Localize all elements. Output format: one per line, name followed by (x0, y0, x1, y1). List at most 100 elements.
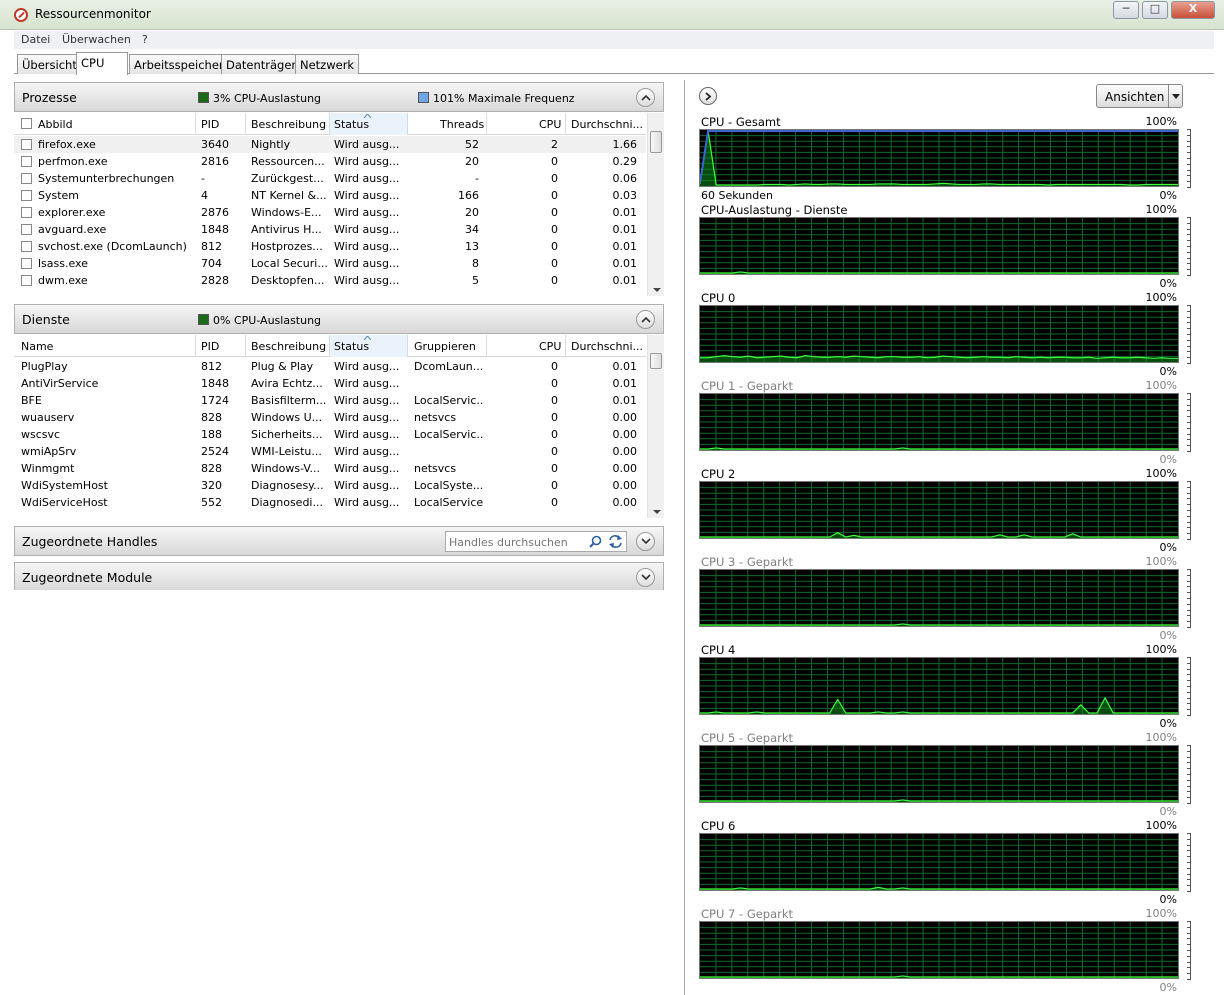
process-checkbox[interactable] (21, 275, 32, 286)
modules-expand-button[interactable] (636, 568, 655, 587)
col-name[interactable]: Name (21, 340, 53, 353)
col-cpu[interactable]: CPU (539, 118, 561, 131)
service-row[interactable]: BFE 1724 Basisfilterm... Wird ausg... LocalS… (14, 392, 646, 409)
service-row[interactable]: WdiSystemHost 320 Diagnosesy... Wird ausg..… (14, 477, 646, 494)
process-row[interactable]: firefox.exe 3640 Nightly Wird ausg... 52 2 1.6… (14, 136, 646, 153)
service-name: AntiVirService (21, 377, 99, 390)
process-row[interactable]: avguard.exe 1848 Antivirus H... Wird ausg..… (14, 221, 646, 238)
search-icon[interactable] (589, 535, 602, 548)
scroll-thumb[interactable] (650, 353, 662, 369)
processes-collapse-button[interactable] (636, 88, 655, 107)
service-row[interactable]: Winmgmt 828 Windows-V... Wird ausg... netsvc… (14, 460, 646, 477)
scroll-down-arrow-icon[interactable] (653, 288, 661, 292)
process-pid: 2876 (201, 206, 229, 219)
views-dropdown[interactable]: Ansichten (1096, 84, 1183, 108)
menu-datei[interactable]: Datei (21, 33, 50, 46)
service-cpu: 0 (551, 360, 558, 373)
graph-svg (700, 482, 1178, 538)
services-scrollbar[interactable] (647, 335, 664, 518)
col-pid[interactable]: PID (201, 340, 219, 353)
process-checkbox[interactable] (21, 173, 32, 184)
tab-netzwerk[interactable]: Netzwerk (295, 54, 360, 74)
process-average-cpu: 0.03 (612, 189, 638, 202)
process-row[interactable]: perfmon.exe 2816 Ressourcen... Wird ausg...… (14, 153, 646, 170)
processes-table: Abbild PID Beschreibung Status Threads C… (14, 113, 664, 296)
tab-arbeitsspeicher[interactable]: Arbeitsspeicher (129, 54, 229, 74)
col-abbild[interactable]: Abbild (38, 118, 73, 131)
process-threads: 5 (472, 274, 479, 287)
tab-uebersicht[interactable]: Übersicht (17, 54, 82, 74)
process-description: Desktopfen... (251, 274, 325, 287)
tab-cpu[interactable]: CPU (76, 52, 128, 75)
service-row[interactable]: WdiServiceHost 552 Diagnosedi... Wird ausg.… (14, 494, 646, 511)
process-average-cpu: 0.01 (612, 206, 638, 219)
service-average-cpu: 0.01 (612, 360, 638, 373)
col-durchschnitt[interactable]: Durchschni... (571, 340, 643, 353)
process-checkbox[interactable] (21, 258, 32, 269)
process-row[interactable]: dwm.exe 2828 Desktopfen... Wird ausg... 5 0 0.… (14, 272, 646, 289)
col-gruppieren[interactable]: Gruppieren (414, 340, 476, 353)
process-row[interactable]: svchost.exe (DcomLaunch) 812 Hostprozes...… (14, 238, 646, 255)
menu-ueberwachen[interactable]: Überwachen (62, 33, 131, 46)
handles-header[interactable]: Zugeordnete Handles (14, 526, 664, 556)
graph-max-label: 100% (1145, 291, 1177, 304)
graph-title: CPU 4 (701, 643, 736, 657)
select-all-checkbox[interactable] (21, 118, 32, 129)
service-row[interactable]: wmiApSrv 2524 WMI-Leistu... Wird ausg... 0 0.… (14, 443, 646, 460)
resource-monitor-icon (14, 8, 28, 22)
menu-help[interactable]: ? (142, 33, 148, 46)
service-group: netsvcs (414, 462, 457, 475)
services-collapse-button[interactable] (636, 310, 655, 329)
graph-title: CPU 1 - Geparkt (701, 379, 794, 393)
collapse-graphs-button[interactable] (699, 87, 717, 105)
service-description: Diagnosesy... (251, 479, 324, 492)
process-checkbox[interactable] (21, 241, 32, 252)
graph-title: CPU 6 (701, 819, 736, 833)
process-status: Wird ausg... (334, 172, 400, 185)
graph-min-label: 0% (1159, 541, 1177, 554)
col-durchschnitt[interactable]: Durchschni... (571, 118, 643, 131)
col-pid[interactable]: PID (201, 118, 219, 131)
process-row[interactable]: System 4 NT Kernel &... Wird ausg... 166 0 0.0… (14, 187, 646, 204)
graph-title: CPU 5 - Geparkt (701, 731, 794, 745)
handles-expand-button[interactable] (636, 532, 655, 551)
process-row[interactable]: lsass.exe 704 Local Securi... Wird ausg... 8… (14, 255, 646, 272)
service-row[interactable]: wscsvc 188 Sicherheits... Wird ausg... Local… (14, 426, 646, 443)
service-row[interactable]: PlugPlay 812 Plug & Play Wird ausg... DcomLa… (14, 358, 646, 375)
services-table-header: Name PID Beschreibung Status Gruppieren … (14, 335, 646, 357)
scroll-thumb[interactable] (650, 131, 662, 153)
service-cpu: 0 (551, 411, 558, 424)
handles-search-input[interactable] (449, 534, 589, 550)
processes-scrollbar[interactable] (647, 113, 664, 296)
tab-datentraeger[interactable]: Datenträger (221, 54, 302, 74)
process-checkbox[interactable] (21, 156, 32, 167)
process-checkbox[interactable] (21, 190, 32, 201)
col-threads[interactable]: Threads (440, 118, 484, 131)
process-cpu: 0 (551, 206, 558, 219)
handles-search-box[interactable] (445, 531, 627, 552)
service-name: wscsvc (21, 428, 61, 441)
processes-header[interactable]: Prozesse 3% CPU-Auslastung 101% Maximale… (14, 82, 664, 112)
service-row[interactable]: wuauserv 828 Windows U... Wird ausg... netsv… (14, 409, 646, 426)
close-button[interactable]: X (1171, 1, 1215, 19)
maximize-button[interactable]: □ (1142, 1, 1168, 19)
minimize-button[interactable]: ─ (1113, 1, 1139, 19)
dropdown-arrow-icon[interactable] (1168, 85, 1182, 107)
scroll-down-arrow-icon[interactable] (653, 510, 661, 514)
process-row[interactable]: Systemunterbrechungen - Zurückgest... Wird … (14, 170, 646, 187)
col-beschreibung[interactable]: Beschreibung (251, 340, 326, 353)
modules-header[interactable]: Zugeordnete Module (14, 562, 664, 592)
process-checkbox[interactable] (21, 207, 32, 218)
process-checkbox[interactable] (21, 139, 32, 150)
process-row[interactable]: explorer.exe 2876 Windows-E... Wird ausg...… (14, 204, 646, 221)
col-beschreibung[interactable]: Beschreibung (251, 118, 326, 131)
col-status[interactable]: Status (334, 118, 369, 131)
services-header[interactable]: Dienste 0% CPU-Auslastung (14, 304, 664, 334)
col-status[interactable]: Status (334, 340, 369, 353)
refresh-icon[interactable] (608, 535, 623, 548)
col-cpu[interactable]: CPU (539, 340, 561, 353)
service-row[interactable]: AntiVirService 1848 Avira Echtz... Wird aus… (14, 375, 646, 392)
graphs-toolbar: Ansichten (685, 80, 1215, 112)
process-checkbox[interactable] (21, 224, 32, 235)
process-description: Zurückgest... (251, 172, 324, 185)
